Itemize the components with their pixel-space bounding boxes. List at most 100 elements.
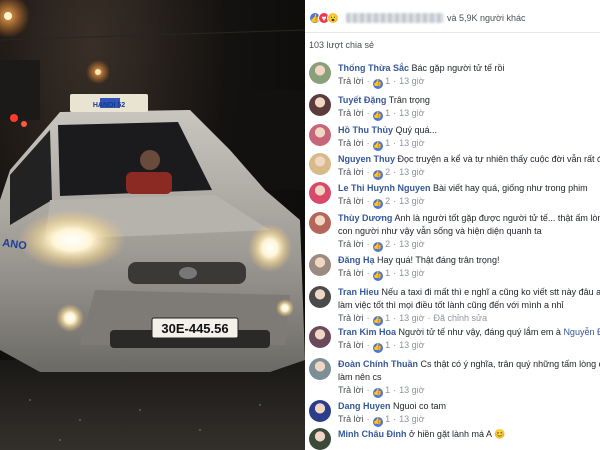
commenter-name[interactable]: Tuyết Đặng [338, 95, 386, 105]
avatar[interactable] [309, 182, 331, 204]
like-icon: 👍 [372, 170, 383, 180]
comment-text: ở hiền gặt lành má A 😊 [409, 429, 506, 439]
comment-time[interactable]: 13 giờ [399, 138, 424, 148]
avatar[interactable] [309, 153, 331, 175]
commenter-name[interactable]: Hồ Thu Thủy [338, 125, 393, 135]
comment-body: Tuyết Đặng Trân trọng Trả lời · 👍 1 · 13 giờ [338, 94, 600, 121]
avatar[interactable] [309, 326, 331, 348]
like-count[interactable]: 1 [385, 340, 390, 350]
like-count[interactable]: 1 [385, 385, 390, 395]
like-count[interactable]: 1 [385, 76, 390, 86]
like-count[interactable]: 1 [385, 268, 390, 278]
comment-time[interactable]: 13 giờ [399, 167, 424, 177]
comment-time[interactable]: 13 giờ [399, 76, 424, 86]
reply-link[interactable]: Trả lời [338, 385, 364, 395]
commenter-name[interactable]: Minh Châu Đinh [338, 429, 407, 439]
license-plate-text: 30E-445.56 [161, 321, 228, 336]
comment-meta: Trả lời · 👍 1 · 13 giờ [338, 138, 425, 151]
comment-meta: Trả lời · 👍 1 · 13 giờ [338, 268, 425, 281]
street-light-glow [0, 0, 30, 38]
commenter-name[interactable]: Thùy Dương [338, 213, 392, 223]
reply-link[interactable]: Trả lời [338, 196, 364, 206]
comment-time[interactable]: 13 giờ [399, 414, 424, 424]
commenter-name[interactable]: Tran Hieu [338, 287, 379, 297]
avatar[interactable] [309, 254, 331, 276]
comment-line: Dang Huyen Nguoi co tam [338, 400, 600, 413]
like-icon: 👍 [372, 343, 383, 353]
comment-time[interactable]: 13 giờ [399, 268, 424, 278]
reaction-summary[interactable]: 👍 ♥ 😮 và 5,9K người khác [309, 10, 525, 26]
comment-line: Thống Thừa Sắc Bác gặp người tử tế rồi [338, 62, 600, 75]
commenter-name[interactable]: Thống Thừa Sắc [338, 63, 409, 73]
comment-time[interactable]: 13 giờ [399, 239, 424, 249]
commenter-name[interactable]: Tran Kim Hoa [338, 327, 396, 337]
blurred-names [346, 13, 444, 23]
comment-time[interactable]: 13 giờ [399, 313, 424, 323]
comment-meta: Trả lời · 👍 1 · 13 giờ [338, 414, 425, 427]
like-count[interactable]: 2 [385, 196, 390, 206]
reply-link[interactable]: Trả lời [338, 167, 364, 177]
like-count[interactable]: 1 [385, 313, 390, 323]
comment-mention[interactable]: Nguyễn Đăng [563, 327, 600, 337]
like-count[interactable]: 1 [385, 138, 390, 148]
like-count[interactable]: 1 [385, 414, 390, 424]
reply-link[interactable]: Trả lời [338, 313, 364, 323]
comment-text: Cs thật có ý nghĩa, trân quý những tấm l… [420, 359, 600, 369]
reply-link[interactable]: Trả lời [338, 340, 364, 350]
avatar[interactable] [309, 212, 331, 234]
comment-item: Tran Hieu Nếu a taxi đi mất thì e nghĩ a… [305, 286, 600, 326]
avatar[interactable] [309, 94, 331, 116]
comment-time[interactable]: 13 giờ [399, 340, 424, 350]
right-headlight [248, 224, 292, 272]
reply-link[interactable]: Trả lời [338, 414, 364, 424]
comment-meta: Trả lời · 👍 2 · 13 giờ [338, 239, 425, 252]
comment-meta: Trả lời · 👍 1 · 13 giờ [338, 385, 425, 398]
comment-body: Le Thi Huynh Nguyen Bài viết hay quá, gi… [338, 182, 600, 209]
commenter-name[interactable]: Nguyen Thuy [338, 154, 395, 164]
comment-meta: Trả lời · 👍 1 · 13 giờ [338, 340, 425, 353]
reply-link[interactable]: Trả lời [338, 239, 364, 249]
like-count[interactable]: 2 [385, 167, 390, 177]
comment-line: Đoàn Chính Thuần Cs thật có ý nghĩa, trâ… [338, 358, 600, 371]
avatar[interactable] [309, 62, 331, 84]
comment-time[interactable]: 13 giờ [399, 108, 424, 118]
comment-meta: Trả lời · 👍 1 · 13 giờ [338, 76, 425, 89]
commenter-name[interactable]: Đăng Hạ [338, 255, 375, 265]
reply-link[interactable]: Trả lời [338, 268, 364, 278]
like-icon: 👍 [372, 141, 383, 151]
comment-time[interactable]: 13 giờ [399, 385, 424, 395]
avatar[interactable] [309, 428, 331, 450]
avatar[interactable] [309, 286, 331, 308]
shares-count[interactable]: 103 lượt chia sẻ [309, 40, 374, 50]
comment-body: Tran Kim Hoa Người tử tế như vậy, đáng q… [338, 326, 600, 353]
like-count[interactable]: 1 [385, 108, 390, 118]
comment-body: Tran Hieu Nếu a taxi đi mất thì e nghĩ a… [338, 286, 600, 326]
comment-line: Thùy Dương Anh là người tốt gặp được ngư… [338, 212, 600, 225]
commenter-name[interactable]: Dang Huyen [338, 401, 391, 411]
like-icon: 👍 [372, 417, 383, 427]
like-icon: 👍 [372, 199, 383, 209]
comment-body: Thùy Dương Anh là người tốt gặp được ngư… [338, 212, 600, 252]
edited-label[interactable]: Đã chỉnh sửa [434, 313, 488, 323]
like-icon: 👍 [372, 388, 383, 398]
reply-link[interactable]: Trả lời [338, 108, 364, 118]
comment-time[interactable]: 13 giờ [399, 196, 424, 206]
comment-item: Thùy Dương Anh là người tốt gặp được ngư… [305, 212, 600, 252]
avatar[interactable] [309, 124, 331, 146]
comment-meta: Trả lời · 👍 2 · 13 giờ [338, 167, 425, 180]
like-icon: 👍 [372, 271, 383, 281]
avatar[interactable] [309, 358, 331, 380]
reply-link[interactable]: Trả lời [338, 138, 364, 148]
reply-link[interactable]: Trả lời [338, 76, 364, 86]
comment-body: Minh Châu Đinh ở hiền gặt lành má A 😊 [338, 428, 600, 441]
comment-text: Đọc truyện a kể và tự nhiên thấy cuộc đờ… [397, 154, 600, 164]
comment-line: Le Thi Huynh Nguyen Bài viết hay quá, gi… [338, 182, 600, 195]
avatar[interactable] [309, 400, 331, 422]
commenter-name[interactable]: Đoàn Chính Thuần [338, 359, 418, 369]
comment-meta: Trả lời · 👍 1 · 13 giờ · Đã chỉnh sửa [338, 313, 488, 326]
comment-item: Đoàn Chính Thuần Cs thật có ý nghĩa, trâ… [305, 358, 600, 398]
comment-line: Đăng Hạ Hay quá! Thật đáng trân trọng! [338, 254, 600, 267]
reactions-others-text[interactable]: và 5,9K người khác [447, 13, 525, 23]
commenter-name[interactable]: Le Thi Huynh Nguyen [338, 183, 431, 193]
like-count[interactable]: 2 [385, 239, 390, 249]
